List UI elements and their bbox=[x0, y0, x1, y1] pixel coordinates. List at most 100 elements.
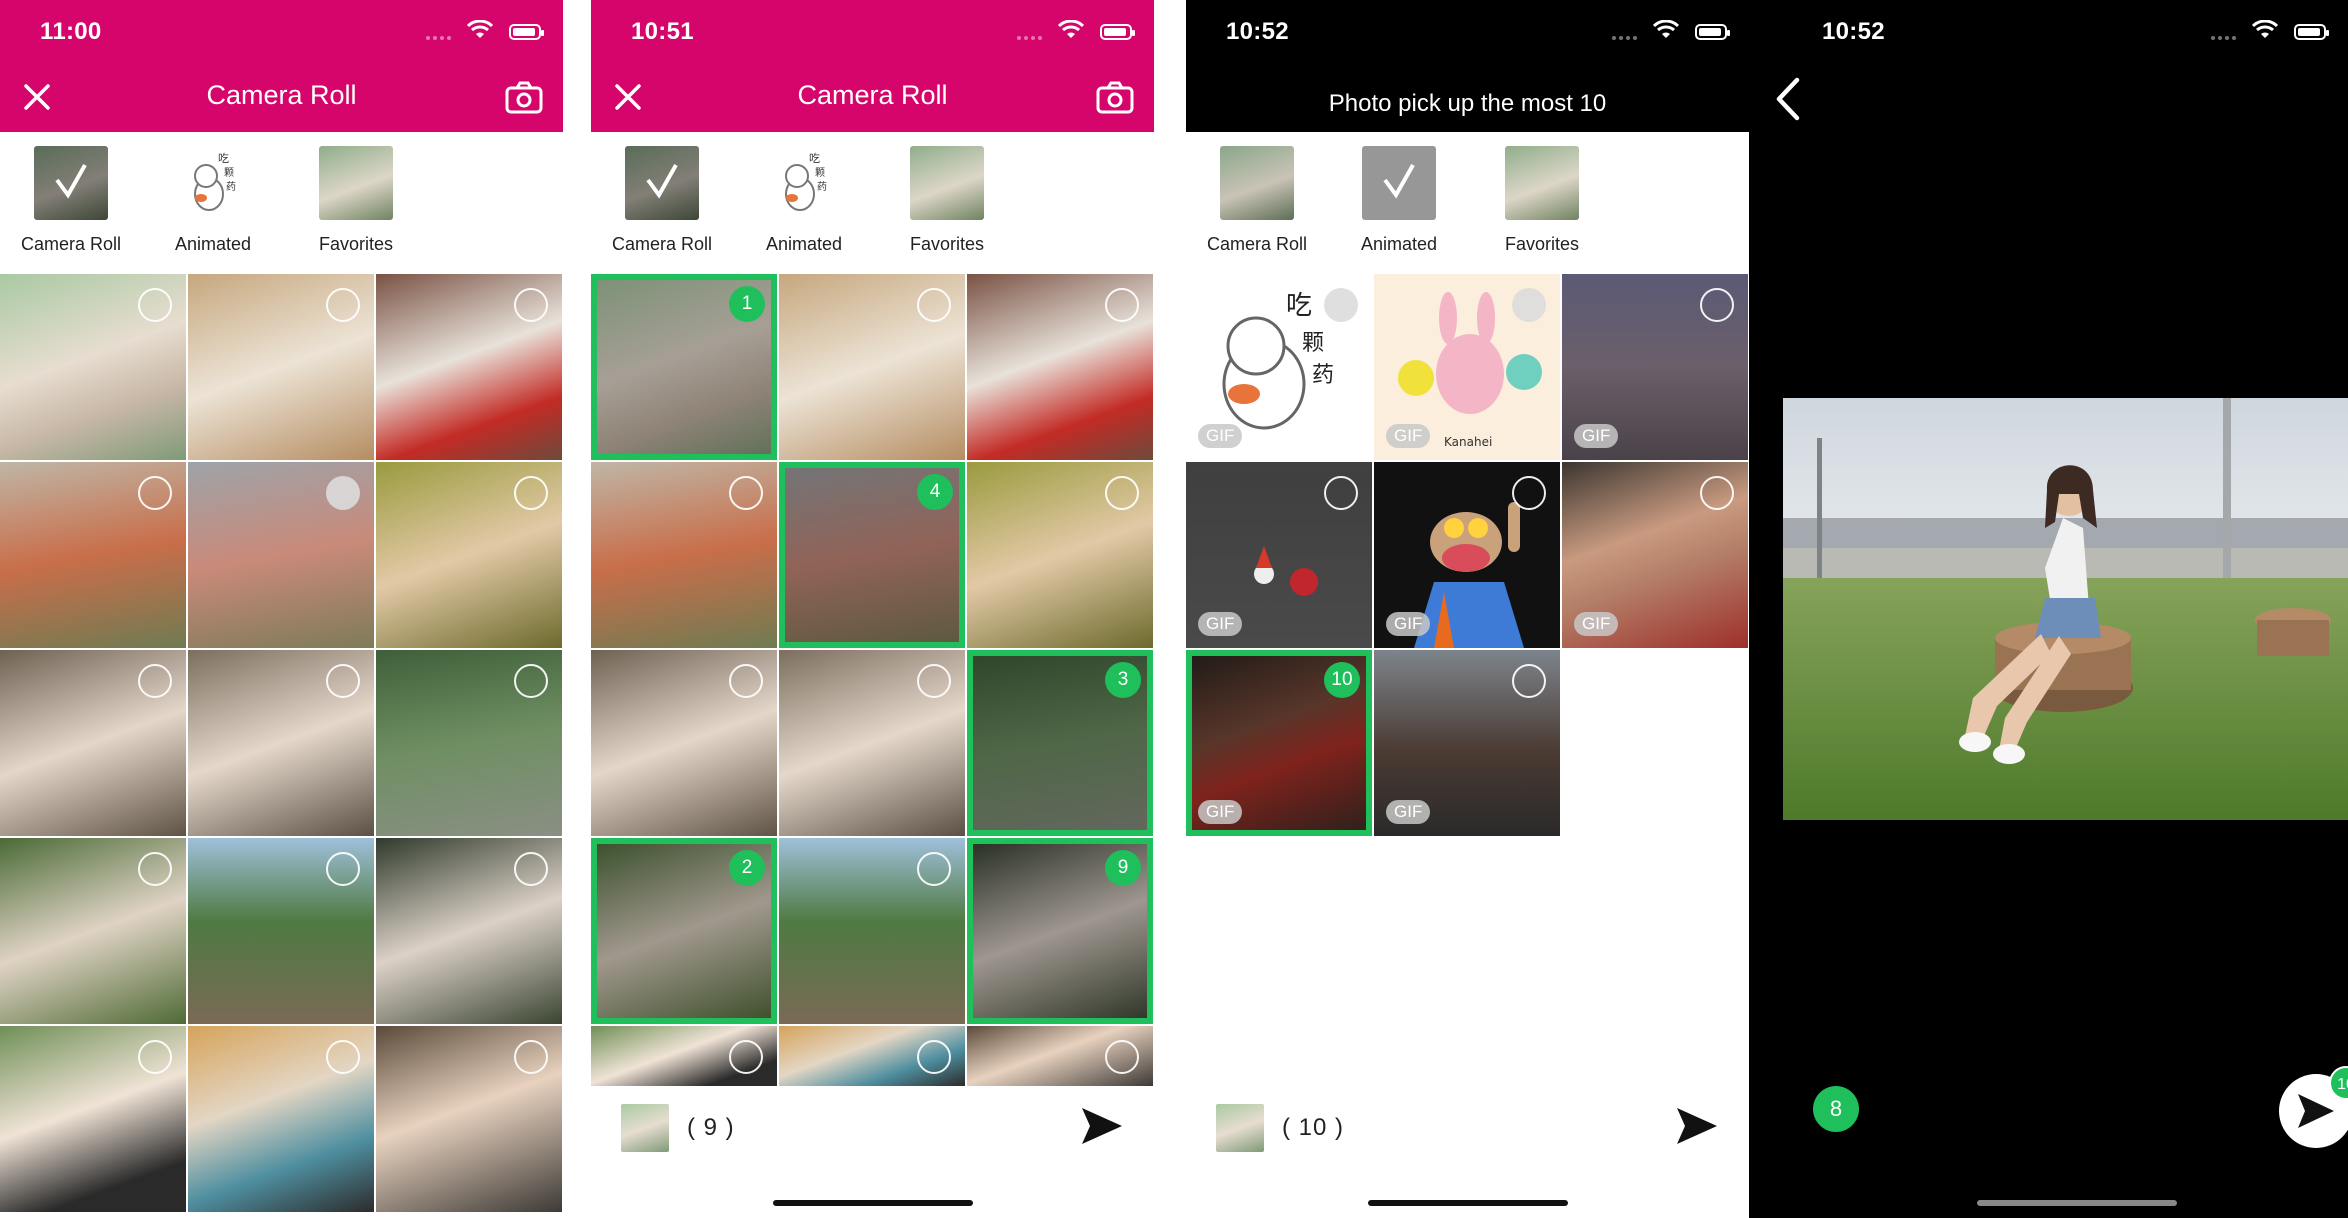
select-circle[interactable] bbox=[917, 288, 951, 322]
album-camera-roll[interactable]: Camera Roll bbox=[602, 146, 722, 255]
grid-photo-selected[interactable]: 1 bbox=[591, 274, 777, 460]
select-circle[interactable] bbox=[138, 664, 172, 698]
grid-photo[interactable] bbox=[967, 1026, 1153, 1086]
album-favorites[interactable]: Favorites bbox=[1482, 146, 1602, 255]
grid-photo[interactable] bbox=[376, 462, 562, 648]
grid-gif[interactable]: GIF bbox=[1374, 650, 1560, 836]
grid-gif[interactable]: Kanahei GIF bbox=[1374, 274, 1560, 460]
grid-photo[interactable] bbox=[376, 274, 562, 460]
grid-photo[interactable] bbox=[188, 462, 374, 648]
grid-photo[interactable] bbox=[967, 462, 1153, 648]
photo-preview[interactable] bbox=[1783, 398, 2348, 820]
select-circle[interactable] bbox=[1105, 476, 1139, 510]
album-animated[interactable]: 吃颗药 Animated bbox=[744, 146, 864, 255]
select-circle[interactable] bbox=[1700, 476, 1734, 510]
grid-gif[interactable]: GIF bbox=[1562, 462, 1748, 648]
grid-gif[interactable]: GIF bbox=[1186, 462, 1372, 648]
select-circle[interactable] bbox=[1324, 476, 1358, 510]
select-circle[interactable] bbox=[326, 476, 360, 510]
grid-photo[interactable] bbox=[591, 1026, 777, 1086]
album-favorites[interactable]: Favorites bbox=[887, 146, 1007, 255]
grid-photo[interactable] bbox=[0, 838, 186, 1024]
select-circle[interactable] bbox=[514, 288, 548, 322]
grid-gif[interactable]: GIF bbox=[1374, 462, 1560, 648]
select-circle[interactable] bbox=[138, 476, 172, 510]
selection-order-badge[interactable]: 3 bbox=[1105, 662, 1141, 698]
select-circle[interactable] bbox=[138, 1040, 172, 1074]
grid-photo[interactable] bbox=[188, 650, 374, 836]
album-camera-roll[interactable]: Camera Roll bbox=[11, 146, 131, 255]
select-circle[interactable] bbox=[514, 852, 548, 886]
screen-photo-picker-2: 10:51 Camera Roll Camera Roll 吃 颗 药 Anim… bbox=[591, 0, 1154, 1218]
grid-photo[interactable] bbox=[591, 650, 777, 836]
select-circle[interactable] bbox=[514, 664, 548, 698]
grid-photo-selected[interactable]: 9 bbox=[967, 838, 1153, 1024]
grid-photo[interactable] bbox=[0, 650, 186, 836]
camera-icon[interactable] bbox=[505, 80, 543, 114]
selection-order-badge[interactable]: 2 bbox=[729, 850, 765, 886]
select-circle[interactable] bbox=[1512, 476, 1546, 510]
select-circle[interactable] bbox=[917, 664, 951, 698]
grid-photo-selected[interactable]: 2 bbox=[591, 838, 777, 1024]
selection-order-badge[interactable]: 4 bbox=[917, 474, 953, 510]
selection-order-badge[interactable]: 9 bbox=[1105, 850, 1141, 886]
grid-gif[interactable]: GIF bbox=[1562, 274, 1748, 460]
select-circle[interactable] bbox=[514, 1040, 548, 1074]
select-circle[interactable] bbox=[1512, 288, 1546, 322]
grid-photo[interactable] bbox=[779, 1026, 965, 1086]
grid-photo[interactable] bbox=[591, 462, 777, 648]
select-circle[interactable] bbox=[138, 288, 172, 322]
select-circle[interactable] bbox=[729, 1040, 763, 1074]
send-icon[interactable] bbox=[1080, 1106, 1124, 1146]
grid-photo[interactable] bbox=[967, 274, 1153, 460]
selection-order-badge[interactable]: 1 bbox=[729, 286, 765, 322]
camera-icon[interactable] bbox=[1096, 80, 1134, 114]
grid-photo-selected[interactable]: 3 bbox=[967, 650, 1153, 836]
grid-photo[interactable] bbox=[779, 650, 965, 836]
selection-count: ( 9 ) bbox=[687, 1114, 735, 1141]
grid-photo[interactable] bbox=[188, 1026, 374, 1212]
album-animated[interactable]: Animated bbox=[1339, 146, 1459, 255]
grid-photo[interactable] bbox=[188, 274, 374, 460]
grid-photo[interactable] bbox=[0, 462, 186, 648]
select-circle[interactable] bbox=[1105, 1040, 1139, 1074]
select-circle[interactable] bbox=[917, 852, 951, 886]
selection-preview-thumb[interactable] bbox=[621, 1104, 669, 1152]
select-circle[interactable] bbox=[326, 852, 360, 886]
album-camera-roll[interactable]: Camera Roll bbox=[1197, 146, 1317, 255]
selection-preview-thumb[interactable] bbox=[1216, 1104, 1264, 1152]
grid-photo-selected[interactable]: 4 bbox=[779, 462, 965, 648]
selection-order-badge[interactable]: 10 bbox=[1324, 662, 1360, 698]
close-icon[interactable] bbox=[22, 82, 52, 112]
select-circle[interactable] bbox=[1512, 664, 1546, 698]
grid-photo[interactable] bbox=[0, 1026, 186, 1212]
select-circle[interactable] bbox=[917, 1040, 951, 1074]
select-circle[interactable] bbox=[729, 664, 763, 698]
select-circle[interactable] bbox=[1324, 288, 1358, 322]
grid-photo[interactable] bbox=[779, 274, 965, 460]
preview-index-badge[interactable]: 8 bbox=[1813, 1086, 1859, 1132]
grid-photo[interactable] bbox=[376, 838, 562, 1024]
send-icon[interactable] bbox=[1675, 1106, 1719, 1146]
grid-photo[interactable] bbox=[0, 274, 186, 460]
back-chevron-icon[interactable] bbox=[1773, 76, 1803, 122]
select-circle[interactable] bbox=[326, 1040, 360, 1074]
grid-photo[interactable] bbox=[376, 650, 562, 836]
select-circle[interactable] bbox=[326, 664, 360, 698]
close-icon[interactable] bbox=[613, 82, 643, 112]
grid-photo[interactable] bbox=[188, 838, 374, 1024]
svg-text:吃: 吃 bbox=[809, 152, 820, 165]
page-title: Photo pick up the most 10 bbox=[1328, 90, 1607, 117]
grid-photo[interactable] bbox=[376, 1026, 562, 1212]
select-circle[interactable] bbox=[138, 852, 172, 886]
grid-gif-selected[interactable]: 10 GIF bbox=[1186, 650, 1372, 836]
grid-gif[interactable]: 吃颗药 GIF bbox=[1186, 274, 1372, 460]
select-circle[interactable] bbox=[1700, 288, 1734, 322]
album-favorites[interactable]: Favorites bbox=[296, 146, 416, 255]
select-circle[interactable] bbox=[514, 476, 548, 510]
grid-photo[interactable] bbox=[779, 838, 965, 1024]
album-animated[interactable]: 吃颗药 Animated bbox=[153, 146, 273, 255]
select-circle[interactable] bbox=[1105, 288, 1139, 322]
select-circle[interactable] bbox=[326, 288, 360, 322]
select-circle[interactable] bbox=[729, 476, 763, 510]
